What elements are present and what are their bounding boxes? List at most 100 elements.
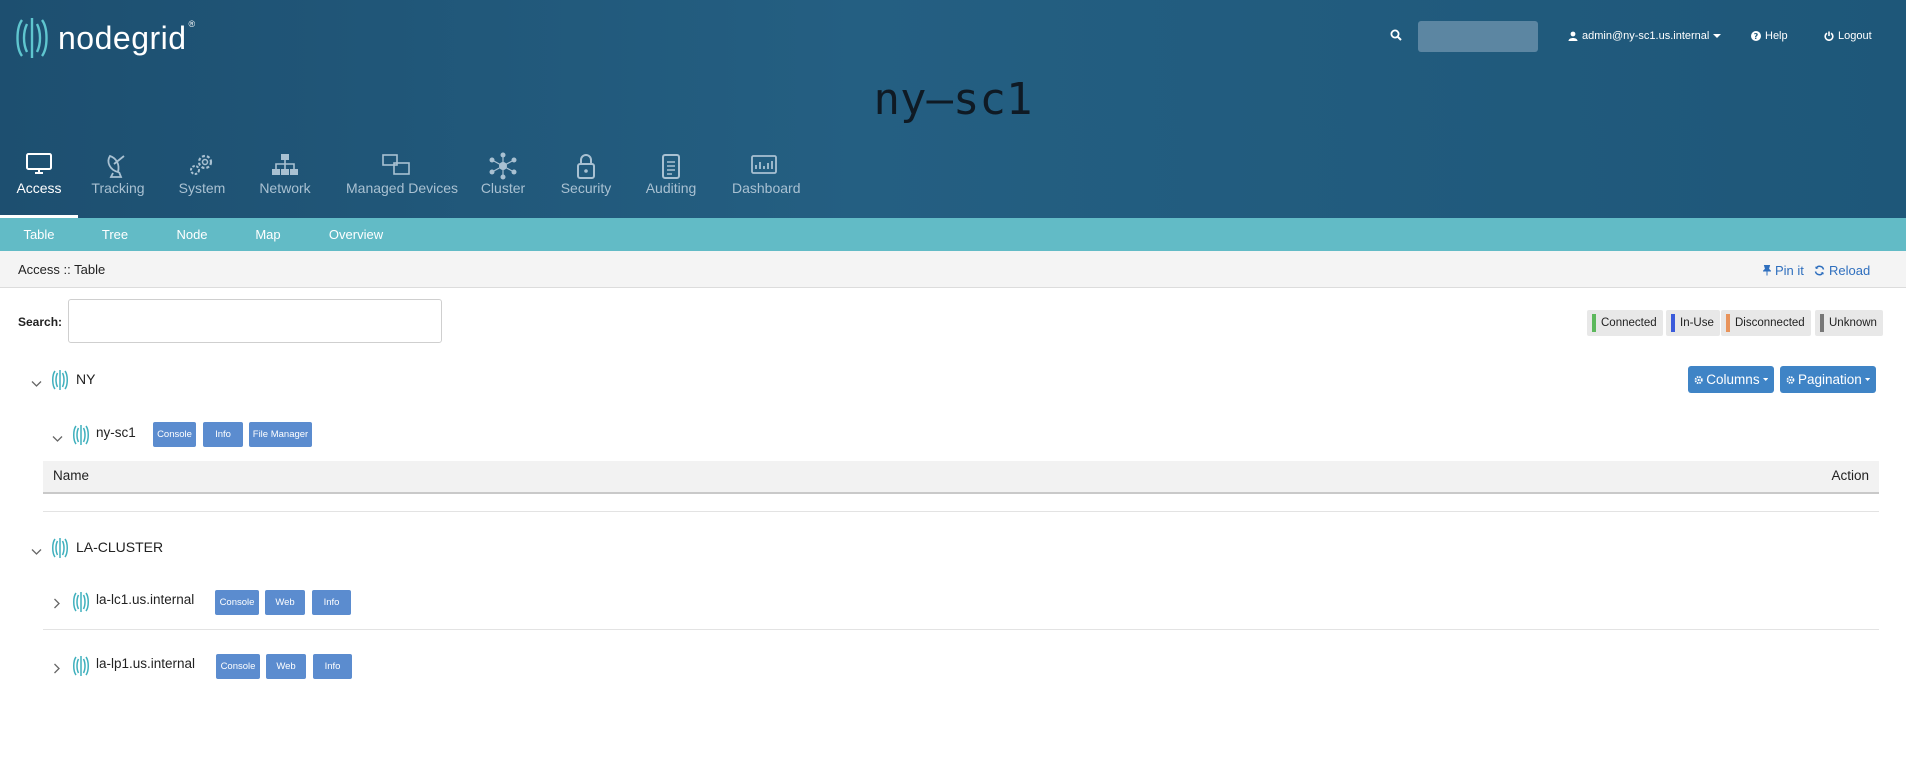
console-button[interactable]: Console (153, 422, 196, 447)
tab-tree[interactable]: Tree (88, 218, 142, 251)
clipboard-icon (660, 152, 682, 183)
gears-icon (187, 152, 217, 181)
nav-security[interactable]: Security (560, 148, 612, 218)
nav-dashboard[interactable]: Dashboard (732, 148, 801, 218)
gear-icon (1694, 375, 1703, 384)
pin-it-link[interactable]: Pin it (1763, 263, 1804, 278)
info-button[interactable]: Info (203, 422, 243, 447)
chevron-down-icon[interactable] (31, 375, 42, 393)
info-button[interactable]: Info (313, 654, 352, 679)
legend-disconnected: Disconnected (1721, 310, 1811, 336)
help-link[interactable]: ? Help (1751, 30, 1788, 42)
user-menu[interactable]: admin@ny-sc1.us.internal (1568, 30, 1722, 42)
device-name-ny-sc1[interactable]: ny-sc1 (96, 425, 136, 440)
web-button[interactable]: Web (266, 654, 306, 679)
web-button[interactable]: Web (265, 590, 305, 615)
reload-label: Reload (1829, 263, 1871, 278)
legend-in-use: In-Use (1666, 310, 1720, 336)
search-icon[interactable] (1390, 28, 1402, 46)
legend-label: Disconnected (1735, 317, 1805, 329)
in-use-swatch (1671, 314, 1675, 332)
unknown-swatch (1820, 314, 1824, 332)
tab-overview[interactable]: Overview (318, 218, 394, 251)
user-icon (1568, 31, 1578, 41)
nav-access[interactable]: Access (0, 148, 78, 218)
sub-nav: Table Tree Node Map Overview (0, 218, 1906, 251)
group-name-la-cluster[interactable]: LA-CLUSTER (76, 539, 163, 555)
thumbtack-icon (1763, 265, 1771, 276)
pagination-label: Pagination (1797, 372, 1862, 387)
pagination-button[interactable]: Pagination (1780, 366, 1876, 393)
group-name-ny[interactable]: NY (76, 371, 95, 387)
hostname-title: ny–sc1 (873, 74, 1033, 125)
chevron-down-icon[interactable] (52, 430, 63, 448)
pin-it-label: Pin it (1775, 263, 1804, 278)
chevron-down-icon[interactable] (31, 543, 42, 561)
divider (43, 629, 1879, 630)
breadcrumb: Access :: Table (18, 262, 106, 277)
connected-swatch (1592, 314, 1596, 332)
power-icon (1824, 31, 1834, 41)
nodegrid-logo[interactable]: nodegrid ® (14, 16, 195, 60)
nav-tracking[interactable]: Tracking (88, 148, 148, 218)
nodegrid-node-icon (51, 537, 69, 564)
table-header: Name Action (43, 461, 1879, 494)
nav-network-label: Network (259, 180, 311, 196)
console-button[interactable]: Console (216, 654, 260, 679)
nav-managed-devices-label: Managed Devices (346, 180, 459, 196)
tab-map[interactable]: Map (244, 218, 292, 251)
nav-tracking-label: Tracking (91, 180, 145, 196)
columns-button[interactable]: Columns (1688, 366, 1774, 393)
nodegrid-node-icon (72, 424, 90, 451)
legend-label: Connected (1601, 317, 1657, 329)
caret-down-icon (1713, 34, 1722, 38)
tab-node[interactable]: Node (166, 218, 218, 251)
logo-registered-mark: ® (188, 19, 196, 29)
tab-table[interactable]: Table (0, 218, 78, 251)
search-label: Search: (18, 315, 63, 329)
nav-cluster-label: Cluster (480, 180, 526, 196)
lock-icon (575, 152, 597, 183)
info-button[interactable]: Info (312, 590, 351, 615)
caret-down-icon (1762, 377, 1768, 382)
search-input[interactable] (68, 299, 442, 343)
column-header-action: Action (1831, 468, 1869, 483)
device-name-la-lp1[interactable]: la-lp1.us.internal (96, 656, 195, 671)
chevron-right-icon[interactable] (53, 661, 61, 679)
network-tree-icon (270, 152, 300, 181)
legend-label: In-Use (1680, 317, 1714, 329)
nav-system[interactable]: System (172, 148, 232, 218)
devices-icon (381, 152, 411, 181)
dashboard-icon (750, 152, 778, 179)
legend-connected: Connected (1587, 310, 1663, 336)
satellite-dish-icon (104, 152, 132, 181)
console-button[interactable]: Console (215, 590, 259, 615)
chevron-right-icon[interactable] (53, 596, 61, 614)
divider (43, 511, 1879, 512)
legend-label: Unknown (1829, 317, 1877, 329)
nav-cluster[interactable]: Cluster (478, 148, 528, 218)
nav-auditing-label: Auditing (645, 180, 697, 196)
logout-link[interactable]: Logout (1824, 30, 1872, 42)
nav-system-label: System (178, 180, 226, 196)
caret-down-icon (1864, 378, 1870, 381)
nav-network[interactable]: Network (253, 148, 317, 218)
nav-managed-devices[interactable]: Managed Devices (346, 148, 459, 218)
device-name-la-lc1[interactable]: la-lc1.us.internal (96, 592, 194, 607)
file-manager-button[interactable]: File Manager (249, 422, 312, 447)
column-header-name[interactable]: Name (53, 468, 89, 483)
cluster-icon (488, 152, 518, 183)
logout-label: Logout (1838, 30, 1872, 42)
reload-link[interactable]: Reload (1814, 263, 1870, 278)
app-header: nodegrid ® ny–sc1 admin@ny-sc1.us.intern… (0, 0, 1906, 218)
nav-auditing[interactable]: Auditing (644, 148, 698, 218)
nodegrid-node-icon (72, 655, 90, 682)
legend-unknown: Unknown (1815, 310, 1883, 336)
nav-security-label: Security (560, 180, 612, 196)
columns-label: Columns (1706, 372, 1760, 387)
help-label: Help (1765, 30, 1788, 42)
gear-icon (1786, 375, 1795, 384)
global-search-input[interactable] (1418, 21, 1538, 52)
refresh-icon (1814, 265, 1825, 276)
breadcrumb-bar: Access :: Table Pin it Reload (0, 251, 1906, 288)
